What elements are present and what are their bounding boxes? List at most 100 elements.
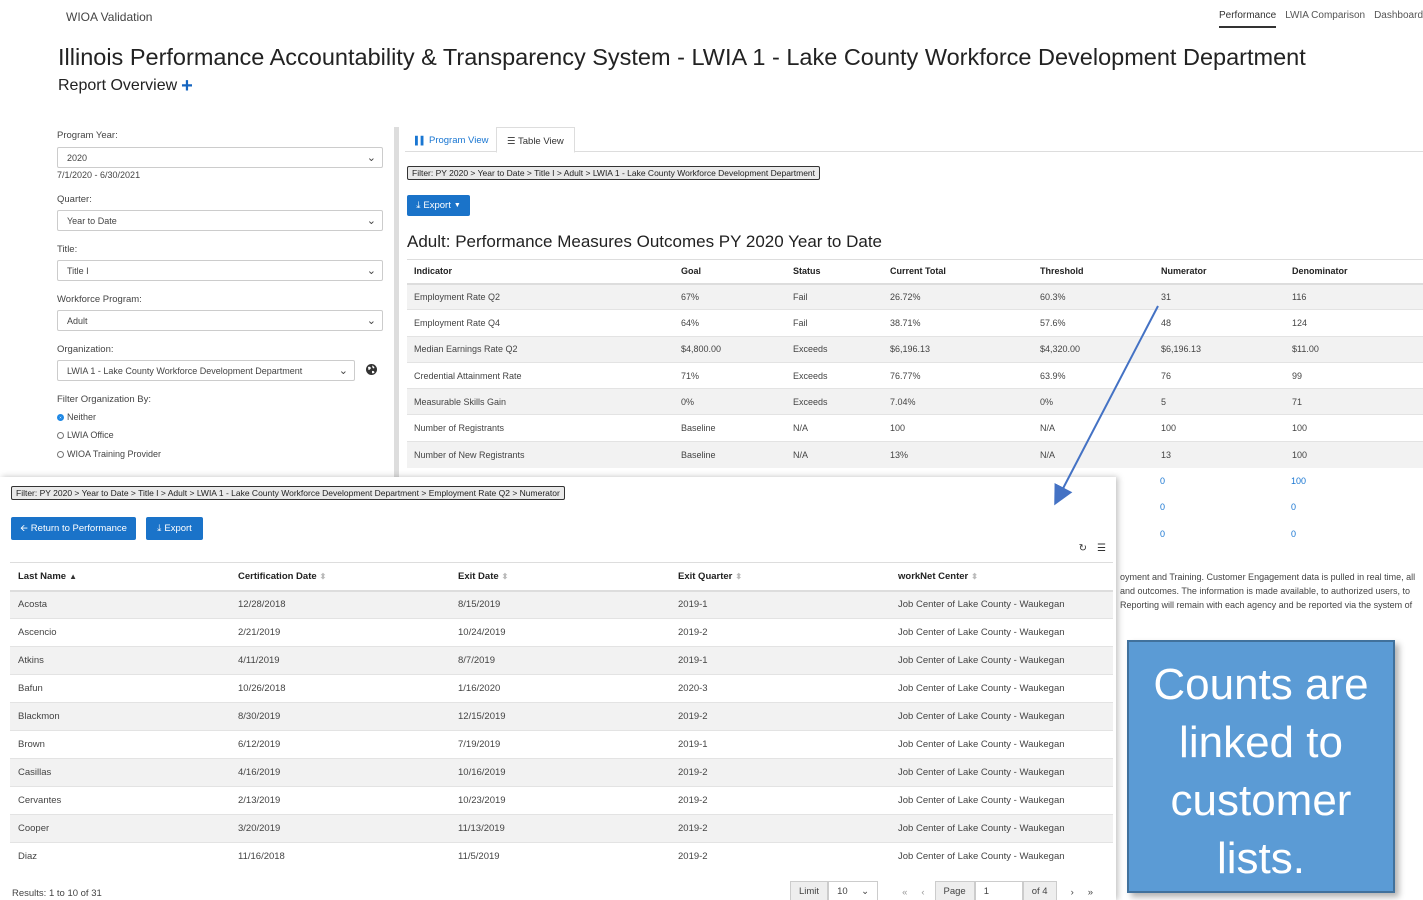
sortable-column-header[interactable]: Last Name ▲ bbox=[10, 562, 230, 592]
table-cell: Baseline bbox=[674, 414, 786, 442]
table-cell: Exceeds bbox=[786, 388, 883, 415]
radio-neither[interactable]: Neither bbox=[57, 412, 96, 422]
count-link[interactable]: 0 bbox=[1291, 502, 1296, 512]
count-link[interactable]: 99 bbox=[1285, 361, 1423, 389]
tab-label: Program View bbox=[428, 135, 489, 146]
table-cell: 2019-1 bbox=[670, 590, 890, 619]
table-cell: Employment Rate Q2 bbox=[407, 282, 674, 310]
table-row[interactable]: Acosta 12/28/2018 8/15/2019 2019-1 Job Cente… bbox=[10, 590, 1113, 619]
count-link[interactable]: 100 bbox=[1154, 414, 1285, 442]
count-link[interactable]: 71 bbox=[1285, 388, 1423, 415]
radio-wioa-training-provider[interactable]: WIOA Training Provider bbox=[57, 449, 161, 459]
sortable-column-header[interactable]: Exit Date ⬍ bbox=[450, 562, 670, 592]
count-link[interactable]: 48 bbox=[1154, 309, 1285, 337]
table-cell: 2019-2 bbox=[670, 814, 890, 843]
filter-breadcrumb: Filter: PY 2020 > Year to Date > Title I… bbox=[407, 166, 821, 180]
column-header: Goal bbox=[674, 259, 786, 285]
detail-export-button[interactable]: ⤓ Export bbox=[146, 517, 203, 540]
title-label: Title: bbox=[57, 244, 78, 255]
export-button[interactable]: ⤓ Export ▼ bbox=[407, 195, 470, 216]
sortable-column-header[interactable]: workNet Center ⬍ bbox=[890, 562, 1113, 592]
table-cell: 2/21/2019 bbox=[230, 618, 450, 647]
table-row[interactable]: Cooper 3/20/2019 11/13/2019 2019-2 Job Cente… bbox=[10, 814, 1113, 843]
limit-value: 10 bbox=[837, 886, 848, 897]
count-link[interactable]: 100 bbox=[1285, 440, 1423, 468]
count-link[interactable]: 0 bbox=[1160, 529, 1165, 539]
table-cell: Job Center of Lake County - Waukegan bbox=[890, 674, 1113, 703]
table-row: Employment Rate Q2 67% Fail 26.72% 60.3% 31 11… bbox=[407, 282, 1423, 310]
pagination: Limit 10 ⌄ « ‹ Page 1 of 4 › » bbox=[790, 881, 1093, 900]
first-page-icon[interactable]: « bbox=[902, 887, 907, 898]
table-row[interactable]: Ascencio 2/21/2019 10/24/2019 2019-2 Job Cen… bbox=[10, 618, 1113, 647]
table-row[interactable]: Casillas 4/16/2019 10/16/2019 2019-2 Job Cen… bbox=[10, 758, 1113, 787]
program-year-select[interactable]: 2020 ⌄ bbox=[57, 147, 383, 168]
measures-body: Employment Rate Q2 67% Fail 26.72% 60.3% 31 11… bbox=[407, 282, 1423, 468]
column-label: Exit Quarter bbox=[678, 570, 733, 582]
table-row[interactable]: Diaz 11/16/2018 11/5/2019 2019-2 Job Center … bbox=[10, 842, 1113, 871]
panel-divider[interactable] bbox=[394, 127, 399, 477]
globe-icon[interactable] bbox=[365, 363, 378, 376]
table-row[interactable]: Bafun 10/26/2018 1/16/2020 2020-3 Job Center… bbox=[10, 674, 1113, 703]
radio-label: Neither bbox=[67, 412, 97, 422]
plus-icon[interactable]: + bbox=[181, 76, 193, 96]
table-cell: Job Center of Lake County - Waukegan bbox=[890, 590, 1113, 619]
table-cell: 7/19/2019 bbox=[450, 730, 670, 759]
table-cell: 60.3% bbox=[1033, 282, 1154, 310]
count-link[interactable]: 116 bbox=[1285, 282, 1423, 310]
count-link[interactable]: 124 bbox=[1285, 309, 1423, 337]
count-link[interactable]: 0 bbox=[1291, 529, 1296, 539]
refresh-icon[interactable]: ↻ bbox=[1079, 543, 1087, 554]
radio-empty-icon bbox=[57, 450, 64, 458]
table-cell: Fail bbox=[786, 309, 883, 337]
sortable-column-header[interactable]: Certification Date ⬍ bbox=[230, 562, 450, 592]
list-icon[interactable]: ☰ bbox=[1097, 543, 1106, 554]
nav-lwia-comparison[interactable]: LWIA Comparison bbox=[1285, 10, 1365, 28]
nav-performance[interactable]: Performance bbox=[1218, 10, 1277, 28]
workforce-program-label: Workforce Program: bbox=[57, 294, 142, 305]
table-cell: Cooper bbox=[10, 814, 230, 843]
page-input[interactable]: 1 bbox=[974, 881, 1023, 900]
table-cell: 76.77% bbox=[883, 361, 1033, 389]
table-row[interactable]: Brown 6/12/2019 7/19/2019 2019-1 Job Center … bbox=[10, 730, 1113, 759]
table-cell: 2/13/2019 bbox=[230, 786, 450, 815]
table-row[interactable]: Atkins 4/11/2019 8/7/2019 2019-1 Job Center … bbox=[10, 646, 1113, 675]
table-cell: $11.00 bbox=[1285, 335, 1423, 363]
count-link[interactable]: 5 bbox=[1154, 388, 1285, 415]
table-cell: 8/15/2019 bbox=[450, 590, 670, 619]
column-label: Last Name bbox=[18, 570, 67, 582]
prev-page-icon[interactable]: ‹ bbox=[921, 887, 924, 898]
count-link[interactable]: 76 bbox=[1154, 361, 1285, 389]
quarter-select[interactable]: Year to Date ⌄ bbox=[57, 210, 383, 231]
app-brand[interactable]: WIOA Validation bbox=[66, 10, 152, 24]
count-link[interactable]: 31 bbox=[1154, 282, 1285, 310]
title-select[interactable]: Title I ⌄ bbox=[57, 260, 383, 281]
footnote-line: and outcomes. The information is made av… bbox=[1120, 586, 1410, 596]
chevron-down-icon: ⌄ bbox=[366, 152, 376, 164]
chevron-down-icon: ⌄ bbox=[366, 315, 376, 327]
workforce-program-select[interactable]: Adult ⌄ bbox=[57, 310, 383, 331]
table-row[interactable]: Cervantes 2/13/2019 10/23/2019 2019-2 Job Ce… bbox=[10, 786, 1113, 815]
sort-icon: ⬍ bbox=[971, 571, 978, 581]
count-link[interactable]: 100 bbox=[1285, 414, 1423, 442]
table-cell: Job Center of Lake County - Waukegan bbox=[890, 786, 1113, 815]
next-page-icon[interactable]: › bbox=[1071, 887, 1074, 898]
last-page-icon[interactable]: » bbox=[1088, 887, 1093, 898]
table-row[interactable]: Blackmon 8/30/2019 12/15/2019 2019-2 Job Cen… bbox=[10, 702, 1113, 731]
table-cell: Diaz bbox=[10, 842, 230, 871]
return-to-performance-button[interactable]: 🡨 Return to Performance bbox=[11, 517, 136, 540]
table-cell: 10/23/2019 bbox=[450, 786, 670, 815]
count-link[interactable]: 0 bbox=[1160, 476, 1165, 486]
count-link[interactable]: 13 bbox=[1154, 440, 1285, 468]
table-cell: Job Center of Lake County - Waukegan bbox=[890, 758, 1113, 787]
nav-dashboard[interactable]: Dashboard bbox=[1374, 10, 1423, 28]
tab-label: Table View bbox=[518, 136, 564, 147]
count-link[interactable]: 0 bbox=[1160, 502, 1165, 512]
limit-select[interactable]: 10 ⌄ bbox=[828, 881, 879, 900]
top-bar: WIOA Validation Performance LWIA Compari… bbox=[0, 0, 1423, 34]
count-link[interactable]: 100 bbox=[1291, 476, 1306, 486]
sortable-column-header[interactable]: Exit Quarter ⬍ bbox=[670, 562, 890, 592]
tab-program-view[interactable]: ▌▌ Program View bbox=[405, 127, 498, 153]
radio-lwia-office[interactable]: LWIA Office bbox=[57, 430, 114, 440]
tab-table-view[interactable]: ☰ Table View bbox=[496, 127, 575, 153]
organization-select[interactable]: LWIA 1 - Lake County Workforce Developme… bbox=[57, 360, 355, 381]
